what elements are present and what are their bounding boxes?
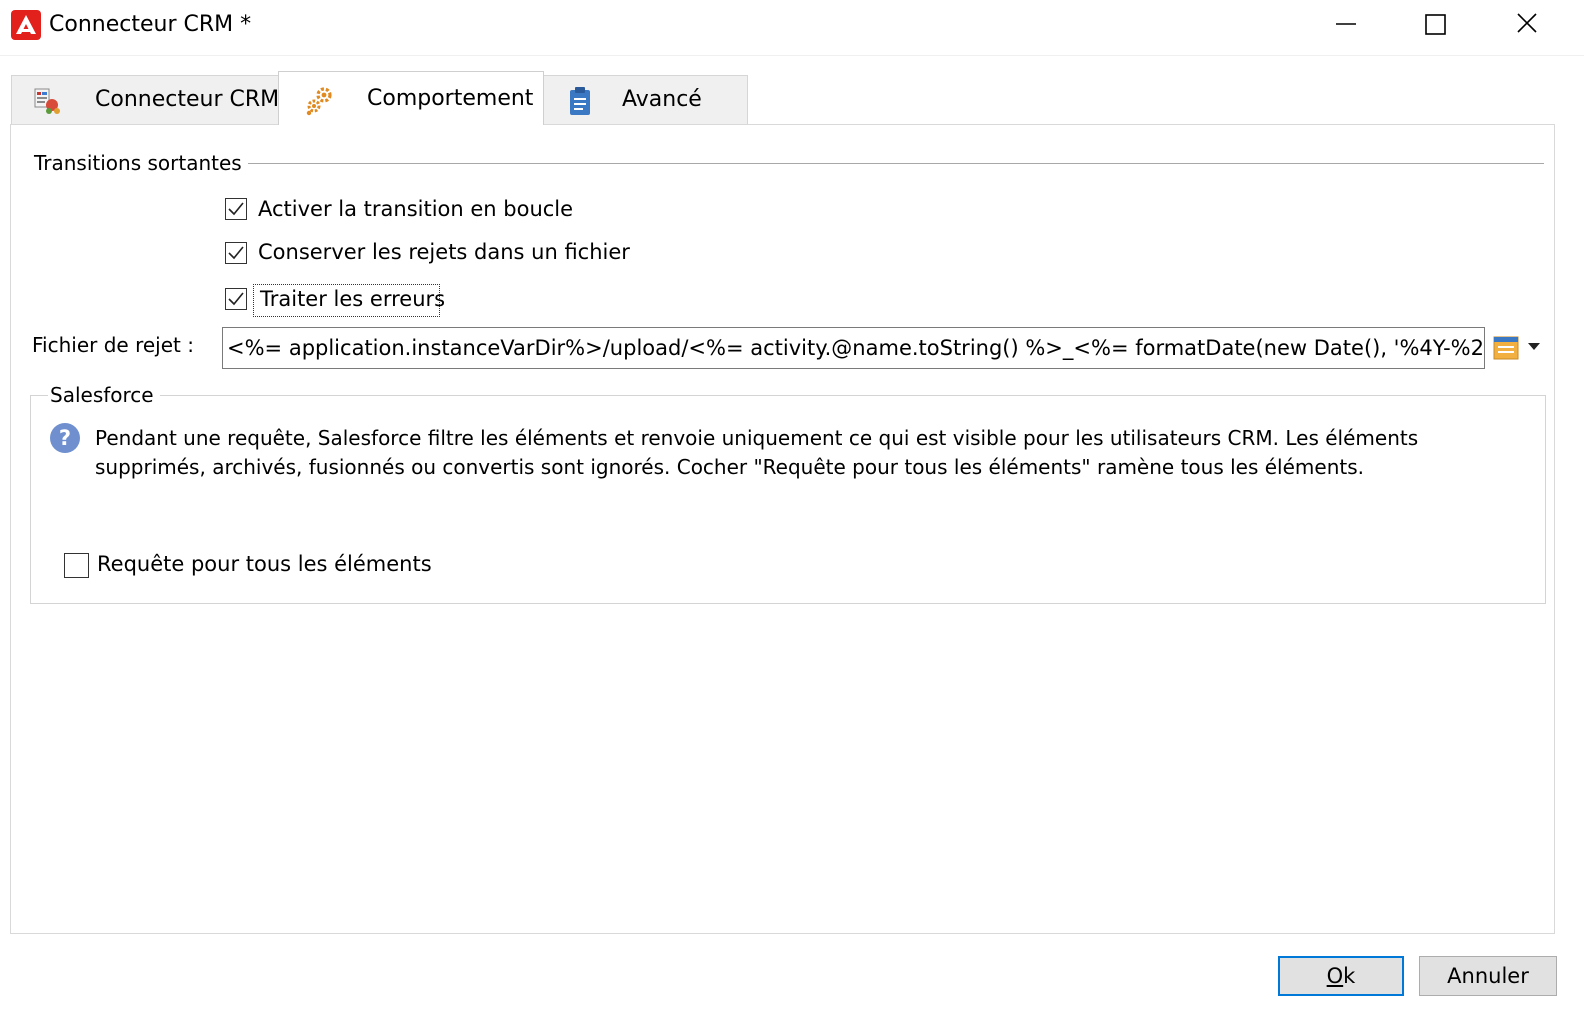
- tab-avance[interactable]: Avancé: [543, 75, 748, 124]
- reject-file-input[interactable]: <%= application.instanceVarDir%>/upload/…: [222, 327, 1485, 369]
- ok-accelerator: O: [1326, 964, 1344, 988]
- checkmark-icon: [228, 292, 244, 306]
- expression-editor-icon[interactable]: [1492, 334, 1520, 362]
- tab-label: Comportement: [367, 86, 534, 111]
- checkbox-query-all[interactable]: [64, 553, 89, 578]
- cancel-label: Annuler: [1447, 964, 1529, 988]
- checkbox-label[interactable]: Conserver les rejets dans un fichier: [258, 240, 630, 264]
- reject-file-label: Fichier de rejet :: [32, 333, 194, 357]
- clipboard-icon: [570, 87, 590, 115]
- cancel-button[interactable]: Annuler: [1419, 956, 1557, 996]
- checkbox-label[interactable]: Traiter les erreurs: [260, 287, 445, 311]
- close-button[interactable]: [1482, 0, 1572, 50]
- section-divider: [238, 163, 1544, 164]
- title-bar: Connecteur CRM *: [0, 0, 1584, 54]
- minimize-icon: [1336, 23, 1356, 25]
- checkbox-keep-rejects[interactable]: [225, 242, 247, 264]
- section-title-salesforce: Salesforce: [48, 383, 160, 407]
- help-icon: ?: [50, 423, 80, 453]
- tab-label: Connecteur CRM: [95, 87, 280, 112]
- section-title-transitions: Transitions sortantes: [34, 151, 248, 175]
- crm-connector-icon: [34, 88, 60, 114]
- title-separator: [0, 55, 1584, 56]
- maximize-icon: [1425, 14, 1446, 35]
- chevron-down-icon[interactable]: [1526, 340, 1542, 352]
- checkbox-label[interactable]: Activer la transition en boucle: [258, 197, 573, 221]
- close-icon: [1517, 13, 1537, 33]
- checkbox-loop-transition[interactable]: [225, 198, 247, 220]
- gears-icon: [306, 87, 332, 116]
- tab-connecteur-crm[interactable]: Connecteur CRM: [11, 75, 279, 124]
- minimize-button[interactable]: [1300, 0, 1390, 50]
- svg-text:?: ?: [59, 426, 71, 450]
- checkmark-icon: [228, 246, 244, 260]
- maximize-button[interactable]: [1390, 0, 1480, 50]
- tab-comportement[interactable]: Comportement: [278, 71, 544, 125]
- checkbox-label[interactable]: Requête pour tous les éléments: [97, 552, 432, 576]
- salesforce-info-text: Pendant une requête, Salesforce filtre l…: [95, 426, 1419, 479]
- checkmark-icon: [228, 202, 244, 216]
- ok-label-rest: k: [1343, 964, 1356, 988]
- adobe-campaign-logo-icon: [11, 10, 41, 40]
- ok-button[interactable]: Ok: [1278, 956, 1404, 996]
- tab-label: Avancé: [622, 87, 702, 112]
- window-title: Connecteur CRM *: [49, 12, 252, 37]
- checkbox-process-errors[interactable]: [225, 288, 247, 310]
